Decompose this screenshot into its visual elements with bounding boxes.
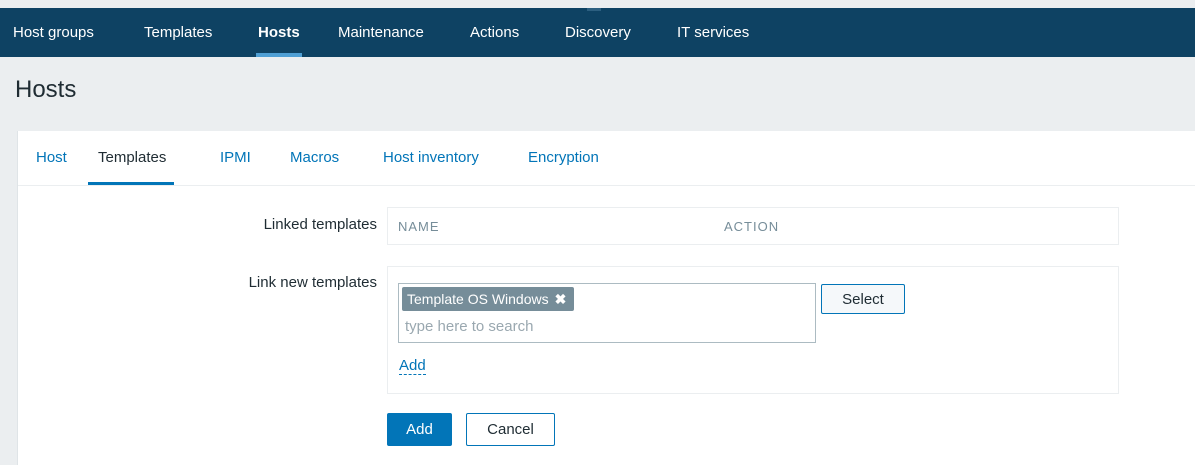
add-host-button[interactable]: Add (387, 413, 452, 446)
nav-tab-maintenance[interactable]: Maintenance (338, 8, 424, 57)
link-new-templates-box: Template OS Windows ✖ Select Add (387, 266, 1119, 394)
top-navigation-bar: Host groups Templates Hosts Maintenance … (0, 8, 1195, 57)
page-title: Hosts (15, 76, 77, 103)
template-multiselect[interactable]: Template OS Windows ✖ (398, 283, 816, 343)
host-form-panel: Host Templates IPMI Macros Host inventor… (17, 131, 1195, 465)
form-tabs: Host Templates IPMI Macros Host inventor… (18, 131, 1195, 186)
form-tab-macros[interactable]: Macros (290, 131, 339, 185)
linked-templates-label: Linked templates (263, 216, 377, 233)
column-header-action: ACTION (724, 219, 780, 234)
add-template-link[interactable]: Add (399, 357, 426, 375)
nav-tab-host-groups[interactable]: Host groups (13, 8, 94, 57)
selected-template-chip: Template OS Windows ✖ (402, 287, 575, 311)
nav-tab-discovery[interactable]: Discovery (565, 8, 631, 57)
linked-templates-table: NAME ACTION (387, 207, 1119, 245)
form-tab-host[interactable]: Host (36, 131, 67, 185)
nav-tab-actions[interactable]: Actions (470, 8, 519, 57)
selected-template-name: Template OS Windows (407, 291, 549, 307)
nav-tab-templates[interactable]: Templates (144, 8, 212, 57)
nav-tab-it-services[interactable]: IT services (677, 8, 749, 57)
form-tab-templates[interactable]: Templates (87, 131, 175, 185)
select-templates-button[interactable]: Select (821, 284, 905, 314)
column-header-name: NAME (398, 219, 440, 234)
template-search-input[interactable] (403, 315, 805, 337)
nav-tab-hosts[interactable]: Hosts (256, 8, 302, 57)
cancel-button[interactable]: Cancel (466, 413, 555, 446)
form-tab-host-inventory[interactable]: Host inventory (383, 131, 479, 185)
link-new-templates-label: Link new templates (248, 274, 377, 291)
form-tab-ipmi[interactable]: IPMI (220, 131, 251, 185)
form-tab-encryption[interactable]: Encryption (528, 131, 599, 185)
remove-chip-icon[interactable]: ✖ (555, 291, 567, 307)
